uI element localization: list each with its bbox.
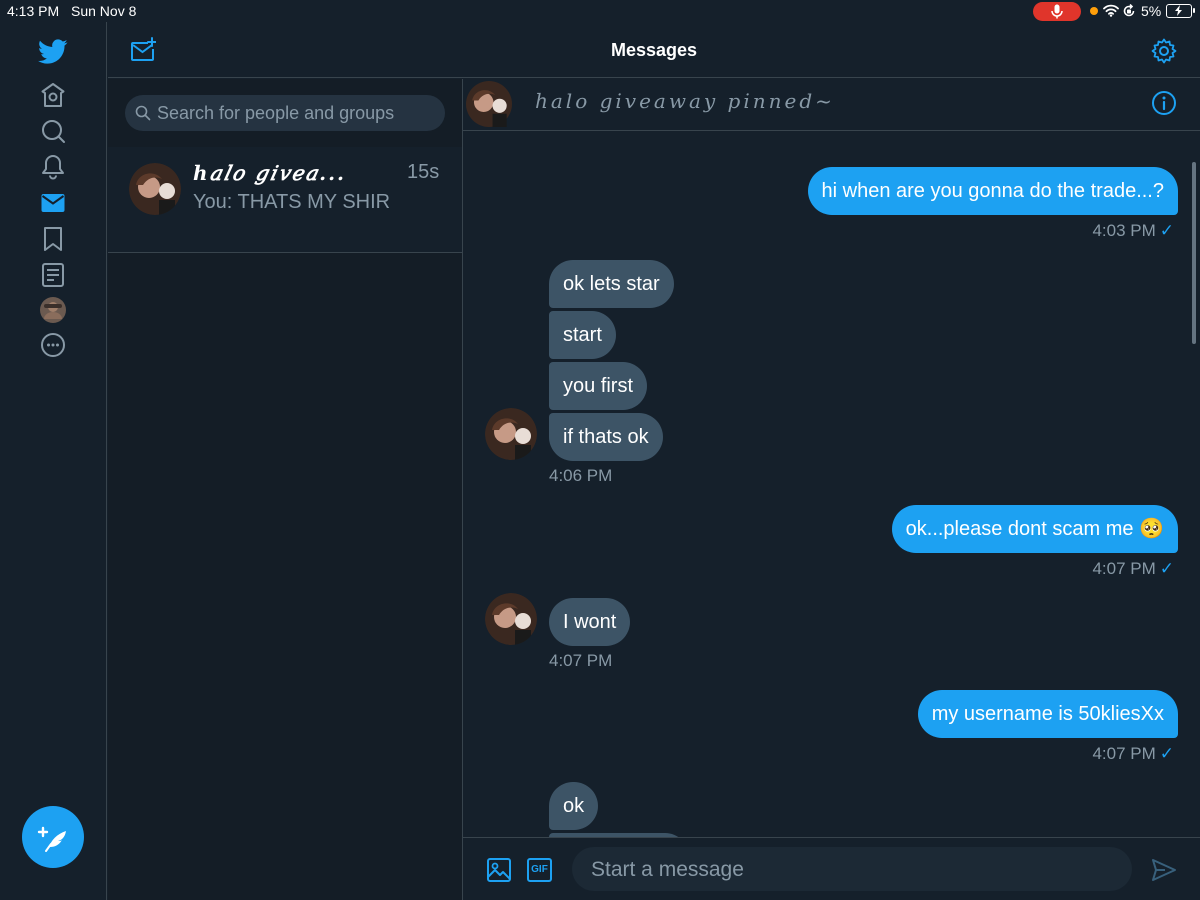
message-bubble-outgoing[interactable]: ok...please dont scam me 🥺: [891, 505, 1178, 553]
home-icon[interactable]: [40, 82, 66, 108]
message-bubble-incoming[interactable]: ok lets star: [549, 260, 674, 308]
lists-icon[interactable]: [40, 262, 66, 288]
read-receipt-icon: ✓: [1159, 744, 1174, 763]
conversation-name: ℎ𝑎𝑙𝑜 𝑔𝑖𝑣𝑒𝑎...: [193, 161, 347, 185]
more-icon[interactable]: [40, 332, 66, 358]
message-bubble-incoming[interactable]: if thats ok: [549, 413, 663, 461]
search-icon: [135, 105, 151, 121]
sender-avatar[interactable]: [485, 408, 537, 460]
messages-icon[interactable]: [40, 190, 66, 216]
message-timestamp: 4:06 PM: [549, 466, 613, 485]
timestamp-text: 4:07 PM: [1092, 744, 1156, 763]
message-bubble-outgoing[interactable]: hi when are you gonna do the trade...?: [807, 167, 1178, 215]
compose-quill-icon: [37, 826, 66, 852]
message-bubble-incoming[interactable]: start: [549, 311, 616, 359]
message-placeholder: Start a message: [591, 858, 744, 881]
conversation-avatar: [129, 163, 181, 215]
message-bubble-outgoing[interactable]: my username is 50kliesXx: [917, 690, 1178, 738]
profile-avatar[interactable]: [39, 296, 67, 324]
search-input[interactable]: Search for people and groups: [125, 95, 445, 131]
conversation-preview: You: THATS MY SHIR: [193, 191, 391, 213]
message-timestamp: 4:07 PM ✓: [1092, 744, 1174, 764]
microphone-icon: [1051, 4, 1063, 19]
message-composer: GIF Start a message: [463, 837, 1200, 900]
send-icon[interactable]: [1151, 857, 1177, 883]
gif-label: GIF: [531, 864, 548, 875]
conversation-list: Search for people and groups ℎ𝑎𝑙𝑜 𝑔𝑖𝑣𝑒𝑎.…: [108, 79, 463, 900]
chat-header[interactable]: ℎ𝑎𝑙𝑜 𝑔𝑖𝑣𝑒𝑎𝑤𝑎𝑦 𝑝𝑖𝑛𝑛𝑒𝑑~: [463, 79, 1200, 131]
timestamp-text: 4:03 PM: [1092, 221, 1156, 240]
page-title: Messages: [610, 40, 698, 60]
sidebar-nav: [0, 22, 107, 900]
compose-tweet-button[interactable]: [22, 806, 84, 868]
message-timestamp: 4:03 PM ✓: [1092, 221, 1174, 241]
notifications-icon[interactable]: [40, 154, 66, 180]
read-receipt-icon: ✓: [1159, 559, 1174, 578]
sender-avatar[interactable]: [485, 593, 537, 645]
add-image-icon[interactable]: [486, 857, 512, 883]
message-bubble-incoming[interactable]: you first: [549, 362, 648, 410]
conversation-info-icon[interactable]: [1151, 90, 1177, 116]
message-bubble-incoming[interactable]: ok: [549, 782, 599, 830]
battery-percentage: 5%: [1141, 3, 1162, 19]
message-timestamp: 4:07 PM ✓: [1092, 559, 1174, 579]
twitter-logo-icon[interactable]: [38, 36, 68, 66]
thread-scrollbar[interactable]: [1192, 162, 1196, 344]
explore-icon[interactable]: [40, 118, 66, 144]
timestamp-text: 4:07 PM: [1092, 559, 1156, 578]
settings-gear-icon[interactable]: [1151, 38, 1177, 64]
top-bar: Messages: [108, 22, 1200, 78]
conversation-time: 15s: [407, 161, 440, 183]
message-thread[interactable]: hi when are you gonna do the trade...? 4…: [463, 132, 1200, 837]
message-bubble-incoming[interactable]: I wont: [549, 598, 631, 646]
conversation-item[interactable]: ℎ𝑎𝑙𝑜 𝑔𝑖𝑣𝑒𝑎... 15s You: THATS MY SHIR: [108, 147, 462, 253]
chat-avatar: [466, 81, 512, 127]
orientation-lock-icon: [1123, 4, 1135, 17]
read-receipt-icon: ✓: [1159, 221, 1174, 240]
status-time: 4:13 PM: [7, 3, 60, 19]
message-input[interactable]: Start a message: [572, 847, 1132, 891]
chat-name: ℎ𝑎𝑙𝑜 𝑔𝑖𝑣𝑒𝑎𝑤𝑎𝑦 𝑝𝑖𝑛𝑛𝑒𝑑~: [535, 89, 835, 113]
microphone-indicator: [1033, 2, 1081, 21]
battery-icon: [1166, 4, 1195, 18]
status-bar: 4:13 PM Sun Nov 8 5%: [0, 0, 1200, 22]
recording-dot: [1090, 7, 1098, 15]
message-timestamp: 4:07 PM: [549, 651, 613, 670]
wifi-icon: [1103, 4, 1119, 17]
status-date: Sun Nov 8: [71, 3, 137, 19]
bookmarks-icon[interactable]: [40, 226, 66, 252]
add-gif-button[interactable]: GIF: [527, 858, 552, 882]
search-placeholder: Search for people and groups: [157, 103, 395, 123]
